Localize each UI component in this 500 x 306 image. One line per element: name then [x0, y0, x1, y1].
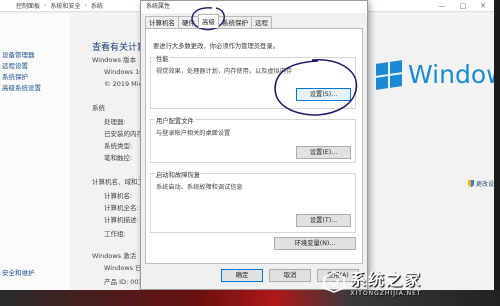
group-title: 启动和故障恢复: [155, 170, 202, 179]
tab-computer-name[interactable]: 计算机名: [145, 16, 179, 28]
startup-recovery-settings-button[interactable]: 设置(T)...: [296, 214, 351, 227]
group-description: 系统启动、系统故障和调试信息: [156, 184, 243, 191]
minimize-button[interactable]: —: [439, 2, 446, 10]
sidebar-item-advanced-settings[interactable]: 高级系统设置: [0, 83, 70, 94]
sidebar-item-remote-settings[interactable]: 远程设置: [0, 61, 70, 72]
control-panel-sidebar: 设备管理器 远程设置 系统保护 高级系统设置 安全和维护: [0, 14, 70, 290]
windows-logo-text: Windows: [408, 60, 494, 89]
system-info-row: Windows 激活: [92, 252, 137, 260]
advanced-tab-panel: 要进行大多数更改，你必须作为管理员登录。 性能 视觉效果，处理器计划，内存使用，…: [145, 28, 363, 264]
ok-button[interactable]: 确定: [221, 269, 263, 282]
system-info-row: 笔和触控:: [104, 154, 133, 162]
watermark-logo-icon: [323, 270, 345, 293]
sidebar-item-device-manager[interactable]: 设备管理器: [0, 50, 70, 61]
system-info-row: 处理器:: [104, 118, 126, 126]
sidebar-item-security-maintenance[interactable]: 安全和维护: [0, 268, 35, 279]
desk-background: [0, 290, 500, 306]
photo-frame: 控制面板 › 系统和安全 › 系统 — □ ✕ 设备管理器 远程设置 系统保护 …: [0, 0, 500, 306]
window-controls: — □ ✕: [439, 0, 487, 12]
dialog-tabs: 计算机名 硬件 高级 系统保护 远程: [145, 14, 272, 28]
system-properties-dialog: 系统属性 计算机名 硬件 高级 系统保护 远程 要进行大多数更改，你必须作为管理…: [140, 0, 368, 290]
tab-system-protection[interactable]: 系统保护: [218, 16, 252, 28]
tab-advanced[interactable]: 高级: [198, 14, 219, 28]
performance-group: 性能 视觉效果，处理器计划，内存使用，以及虚拟内存 设置(S)...: [150, 54, 356, 109]
user-profiles-group: 用户配置文件 与登录帐户相关的桌面设置 设置(E)...: [150, 116, 356, 163]
user-profiles-settings-button[interactable]: 设置(E)...: [296, 146, 351, 159]
admin-note: 要进行大多数更改，你必须作为管理员登录。: [153, 43, 279, 50]
system-info-row: 计算机全名:: [104, 204, 139, 212]
breadcrumb-item[interactable]: 系统和安全: [50, 1, 80, 10]
close-button[interactable]: ✕: [480, 2, 486, 10]
system-info-row: 计算机名:: [104, 192, 133, 200]
system-info-row: 系统: [92, 104, 105, 112]
dialog-title: 系统属性: [141, 1, 367, 13]
performance-settings-button[interactable]: 设置(S)...: [296, 88, 351, 101]
system-info-row: 工作组:: [104, 230, 126, 238]
windows-logo: Windows: [376, 59, 494, 90]
watermark-url: XITONGZHIJIA.NET: [350, 290, 422, 297]
system-info-row: 计算机名、域和工: [92, 178, 144, 186]
site-watermark: 系统之家 XITONGZHIJIA.NET: [322, 266, 422, 297]
startup-recovery-group: 启动和故障恢复 系统启动、系统故障和调试信息 设置(T)...: [150, 170, 356, 233]
screen: 控制面板 › 系统和安全 › 系统 — □ ✕ 设备管理器 远程设置 系统保护 …: [0, 0, 500, 290]
watermark-text: 系统之家: [350, 270, 423, 289]
group-description: 与登录帐户相关的桌面设置: [156, 130, 231, 137]
maximize-button[interactable]: □: [460, 2, 467, 10]
group-title: 性能: [155, 54, 170, 63]
group-title: 用户配置文件: [155, 116, 195, 125]
system-info-row: © 2019 Micr: [104, 80, 145, 88]
change-settings-label: 更改设: [476, 181, 495, 188]
breadcrumb-item[interactable]: 系统: [91, 1, 103, 10]
system-info-row: 产品 ID: 003: [104, 278, 143, 286]
change-settings-link[interactable]: 更改设: [468, 179, 494, 188]
breadcrumb-item[interactable]: 控制面板: [16, 1, 40, 10]
system-info-row: Windows 10: [104, 68, 144, 76]
environment-variables-button[interactable]: 环境变量(N)...: [274, 237, 356, 250]
system-info-row: 系统类型:: [104, 142, 133, 150]
breadcrumb-separator-icon: ›: [44, 2, 47, 9]
shield-icon: [468, 180, 474, 187]
group-description: 视觉效果，处理器计划，内存使用，以及虚拟内存: [156, 68, 293, 75]
tab-remote[interactable]: 远程: [251, 16, 272, 28]
system-info-row: 计算机描述:: [104, 216, 139, 224]
tab-hardware[interactable]: 硬件: [178, 16, 199, 28]
sidebar-item-system-protection[interactable]: 系统保护: [0, 72, 70, 83]
windows-flag-icon: [376, 59, 402, 90]
breadcrumb-separator-icon: ›: [84, 2, 87, 9]
system-info-row: Windows 版本: [92, 56, 137, 64]
cancel-button[interactable]: 取消: [269, 269, 311, 282]
system-info-row: Windows 已: [104, 264, 142, 272]
